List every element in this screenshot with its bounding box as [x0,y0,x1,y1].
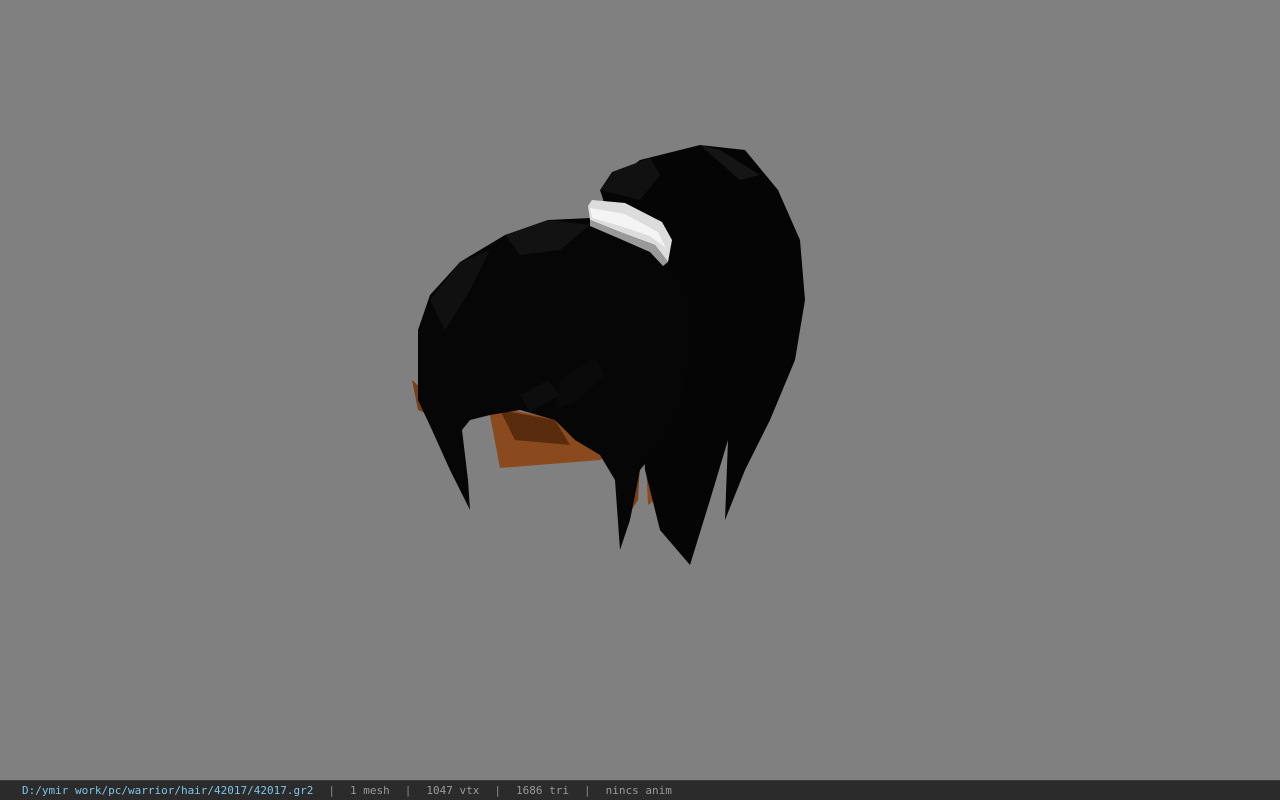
anim-status-label: nincs anim [605,784,672,797]
3d-viewport[interactable] [0,0,1280,780]
status-bar: D:/ymir work/pc/warrior/hair/42017/42017… [0,780,1280,800]
vertex-count-label: 1047 vtx [426,784,480,797]
file-path-label: D:/ymir work/pc/warrior/hair/42017/42017… [22,784,314,797]
status-separator: | [404,784,412,797]
mesh-count-label: 1 mesh [350,784,390,797]
status-separator: | [494,784,502,797]
status-separator: | [328,784,336,797]
hair-model[interactable] [0,0,1280,780]
triangle-count-label: 1686 tri [516,784,569,797]
status-separator: | [584,784,591,797]
